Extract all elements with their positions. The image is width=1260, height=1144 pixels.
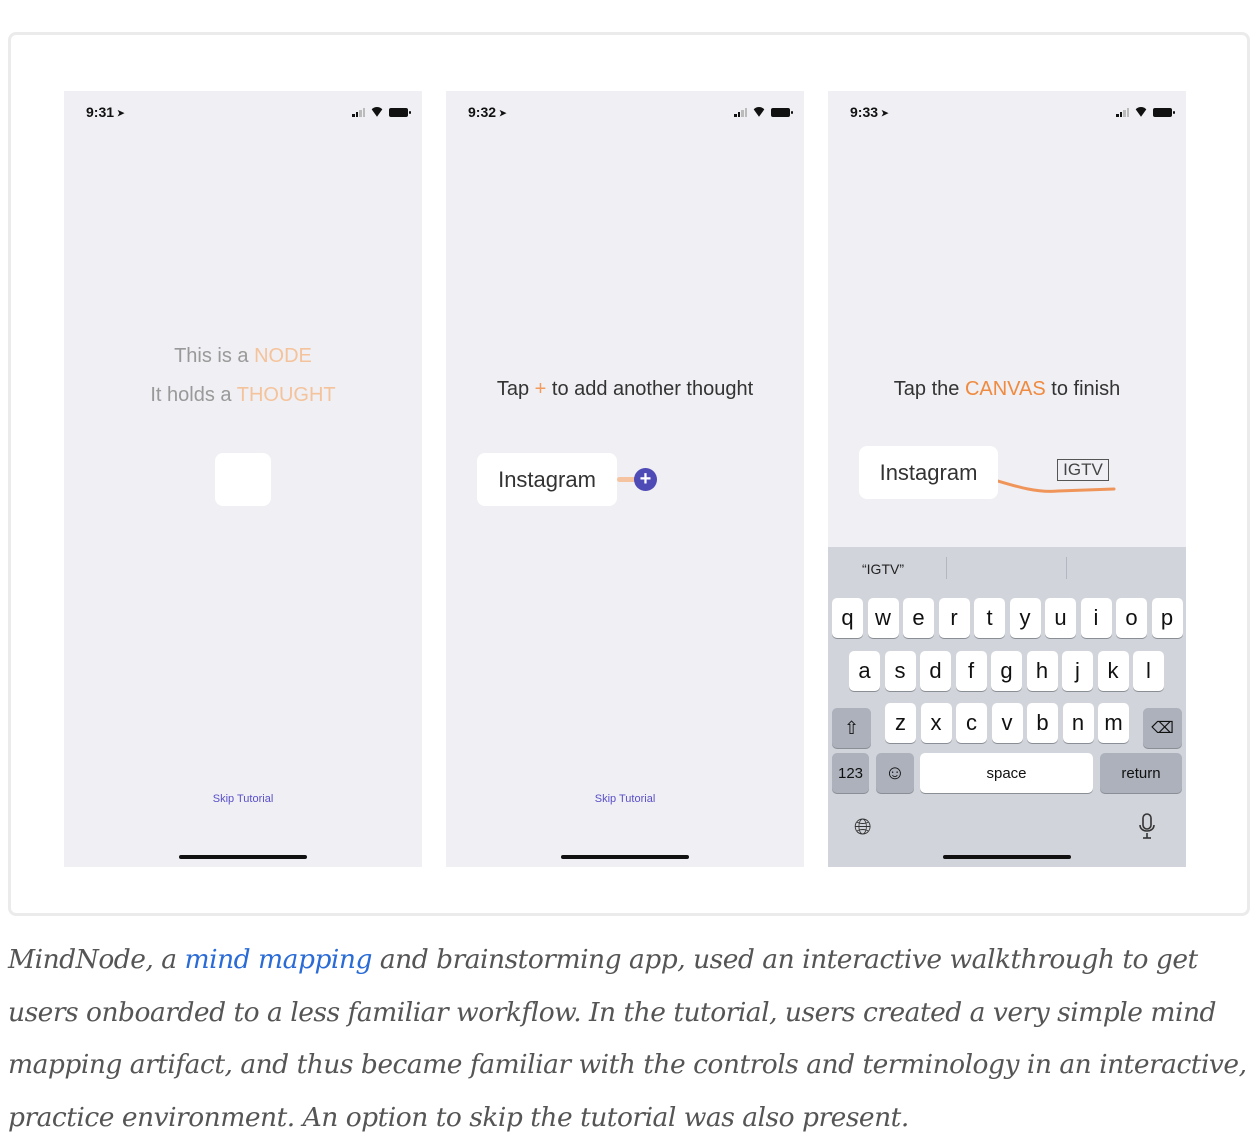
node-explanation-line2: It holds a THOUGHT <box>150 384 336 406</box>
status-icons <box>734 107 793 117</box>
key-b[interactable]: b <box>1027 703 1058 743</box>
prediction-divider <box>1066 557 1067 579</box>
key-g[interactable]: g <box>991 651 1022 691</box>
add-node-button[interactable]: + <box>634 468 657 491</box>
prediction-item[interactable]: “IGTV” <box>862 561 904 577</box>
microphone-icon[interactable] <box>1138 813 1156 841</box>
key-f[interactable]: f <box>955 651 987 691</box>
key-k[interactable]: k <box>1097 651 1129 691</box>
status-time: 9:31 ➤ <box>86 104 125 120</box>
delete-key[interactable]: ⌫ <box>1143 708 1182 748</box>
key-x[interactable]: x <box>920 703 952 743</box>
status-time: 9:32 ➤ <box>468 104 507 120</box>
status-icons <box>1116 107 1175 117</box>
wifi-icon <box>370 107 384 117</box>
key-v[interactable]: v <box>991 703 1023 743</box>
key-m[interactable]: m <box>1098 703 1129 743</box>
prediction-bar: “IGTV” <box>828 547 1186 591</box>
node-instagram[interactable]: Instagram <box>477 453 617 506</box>
phone-screen-add-thought: 9:32 ➤ Tap + to add another thought Insta… <box>446 91 804 867</box>
shift-key[interactable]: ⇧ <box>832 708 871 748</box>
key-w[interactable]: w <box>867 598 899 638</box>
key-i[interactable]: i <box>1080 598 1112 638</box>
empty-node[interactable] <box>215 453 271 506</box>
mind-mapping-link[interactable]: mind mapping <box>185 944 373 975</box>
location-arrow-icon: ➤ <box>117 108 125 118</box>
space-key[interactable]: space <box>920 753 1093 793</box>
key-u[interactable]: u <box>1045 598 1076 638</box>
home-indicator[interactable] <box>179 855 307 859</box>
key-n[interactable]: n <box>1062 703 1094 743</box>
key-z[interactable]: z <box>885 703 916 743</box>
key-j[interactable]: j <box>1062 651 1093 691</box>
key-y[interactable]: y <box>1009 598 1041 638</box>
phone-screen-finish: 9:33 ➤ Tap the CANVAS to finish Instagram… <box>828 91 1186 867</box>
emoji-key[interactable]: ☺ <box>876 753 914 793</box>
signal-icon <box>352 108 365 117</box>
key-s[interactable]: s <box>884 651 916 691</box>
key-c[interactable]: c <box>956 703 987 743</box>
instruction-text: Tap the CANVAS to finish <box>893 378 1121 400</box>
globe-icon[interactable]: 🌐︎ <box>854 814 872 840</box>
child-node-igtv-input[interactable]: IGTV <box>1057 459 1109 481</box>
battery-icon <box>1153 108 1175 117</box>
instruction-text: Tap + to add another thought <box>496 378 754 400</box>
wifi-icon <box>1134 107 1148 117</box>
status-icons <box>352 107 411 117</box>
ios-keyboard: “IGTV” qwertyuiop asdfghjkl zxcvbnm ⇧ ⌫ … <box>828 547 1186 867</box>
key-r[interactable]: r <box>938 598 970 638</box>
key-h[interactable]: h <box>1026 651 1058 691</box>
battery-icon <box>389 108 411 117</box>
home-indicator[interactable] <box>561 855 689 859</box>
node-instagram[interactable]: Instagram <box>859 446 998 499</box>
phone-screen-node-intro: 9:31 ➤ This is a NODE It holds a THOUGHT … <box>64 91 422 867</box>
key-a[interactable]: a <box>849 651 880 691</box>
location-arrow-icon: ➤ <box>499 108 507 118</box>
skip-tutorial-link[interactable]: Skip Tutorial <box>64 793 422 805</box>
key-p[interactable]: p <box>1151 598 1183 638</box>
key-e[interactable]: e <box>903 598 934 638</box>
key-q[interactable]: q <box>832 598 863 638</box>
status-time: 9:33 ➤ <box>850 104 889 120</box>
signal-icon <box>734 108 747 117</box>
key-o[interactable]: o <box>1116 598 1147 638</box>
battery-icon <box>771 108 793 117</box>
key-l[interactable]: l <box>1133 651 1164 691</box>
home-indicator[interactable] <box>943 855 1071 859</box>
skip-tutorial-link[interactable]: Skip Tutorial <box>446 793 804 805</box>
key-d[interactable]: d <box>920 651 951 691</box>
prediction-divider <box>946 557 947 579</box>
signal-icon <box>1116 108 1129 117</box>
key-t[interactable]: t <box>974 598 1005 638</box>
figure-caption: MindNode, a mind mapping and brainstormi… <box>8 944 1247 1133</box>
return-key[interactable]: return <box>1100 753 1182 793</box>
wifi-icon <box>752 107 766 117</box>
numbers-key[interactable]: 123 <box>832 753 869 793</box>
location-arrow-icon: ➤ <box>881 108 889 118</box>
node-explanation-line1: This is a NODE <box>174 345 312 367</box>
